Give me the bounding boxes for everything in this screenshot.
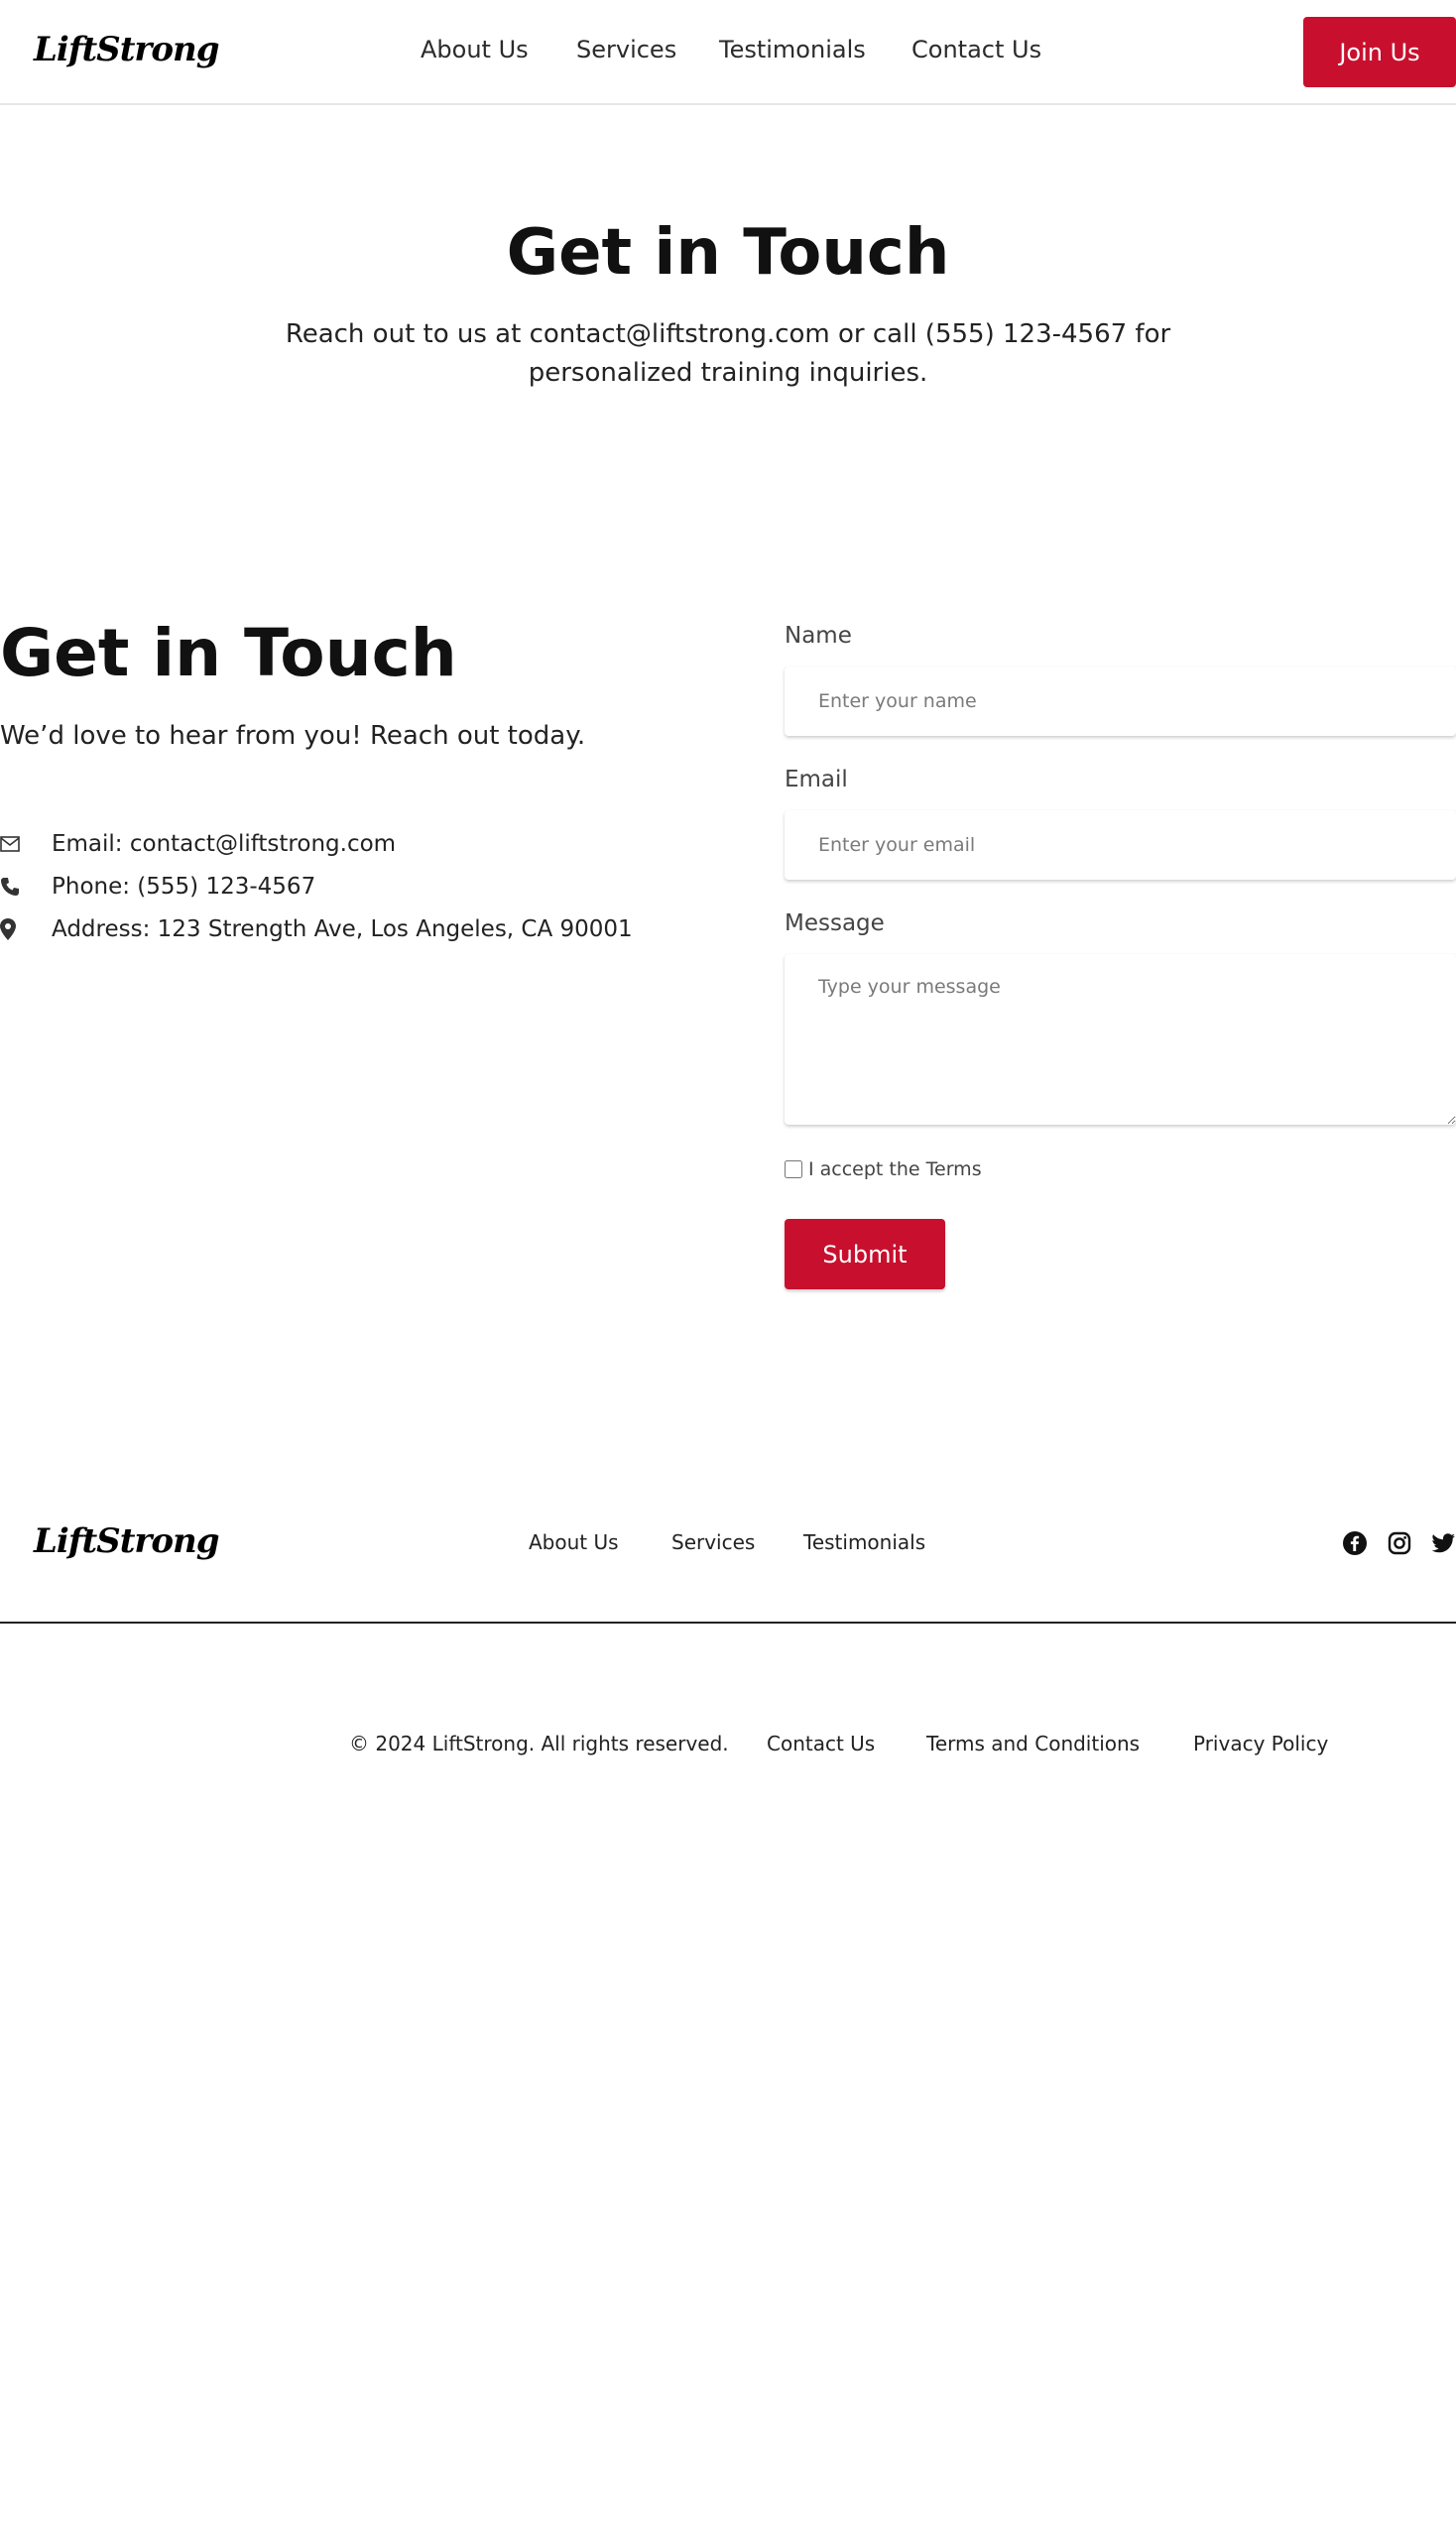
- site-header: LiftStrong About Us Services Testimonial…: [0, 0, 1456, 105]
- email-label: Email: [785, 767, 848, 792]
- footer-contact-us-link[interactable]: Contact Us: [767, 1732, 875, 1755]
- footer-privacy-link[interactable]: Privacy Policy: [1193, 1732, 1328, 1755]
- nav-contact-us[interactable]: Contact Us: [911, 36, 1041, 63]
- instagram-icon[interactable]: [1387, 1530, 1412, 1556]
- contact-phone-row: Phone: (555) 123-4567: [0, 872, 315, 902]
- join-us-button[interactable]: Join Us: [1303, 17, 1456, 87]
- contact-title: Get in Touch: [0, 615, 457, 691]
- twitter-icon[interactable]: [1430, 1530, 1456, 1556]
- contact-phone-text: Phone: (555) 123-4567: [52, 874, 316, 900]
- terms-label[interactable]: I accept the Terms: [808, 1158, 982, 1180]
- message-textarea[interactable]: [785, 954, 1456, 1125]
- hero-subtitle: Reach out to us at contact@liftstrong.co…: [285, 319, 1171, 388]
- phone-icon: [0, 877, 52, 897]
- facebook-icon[interactable]: [1342, 1530, 1368, 1556]
- footer-nav-services[interactable]: Services: [671, 1530, 755, 1554]
- contact-subtitle: We’d love to hear from you! Reach out to…: [0, 721, 586, 751]
- submit-button[interactable]: Submit: [785, 1219, 945, 1289]
- footer-terms-link[interactable]: Terms and Conditions: [926, 1732, 1140, 1755]
- copyright-text: © 2024 LiftStrong. All rights reserved.: [349, 1732, 729, 1755]
- footer-divider: [0, 1622, 1456, 1624]
- terms-row: I accept the Terms: [785, 1158, 982, 1180]
- footer-nav-about-us[interactable]: About Us: [529, 1530, 619, 1554]
- contact-email-row: Email: contact@liftstrong.com: [0, 829, 396, 859]
- hero-title: Get in Touch: [506, 216, 950, 290]
- footer-logo[interactable]: LiftStrong: [34, 1521, 219, 1561]
- nav-testimonials[interactable]: Testimonials: [719, 36, 866, 63]
- contact-address-text: Address: 123 Strength Ave, Los Angeles, …: [52, 916, 633, 942]
- terms-checkbox[interactable]: [785, 1160, 802, 1178]
- footer-nav-testimonials[interactable]: Testimonials: [803, 1530, 925, 1554]
- message-label: Message: [785, 910, 885, 936]
- email-input[interactable]: [785, 810, 1456, 880]
- logo[interactable]: LiftStrong: [34, 30, 219, 69]
- name-input[interactable]: [785, 666, 1456, 736]
- nav-services[interactable]: Services: [576, 36, 676, 63]
- map-pin-icon: [0, 918, 52, 940]
- contact-email-text: Email: contact@liftstrong.com: [52, 831, 397, 857]
- envelope-icon: [0, 836, 52, 852]
- name-label: Name: [785, 623, 852, 649]
- nav-about-us[interactable]: About Us: [421, 36, 529, 63]
- contact-address-row: Address: 123 Strength Ave, Los Angeles, …: [0, 914, 633, 944]
